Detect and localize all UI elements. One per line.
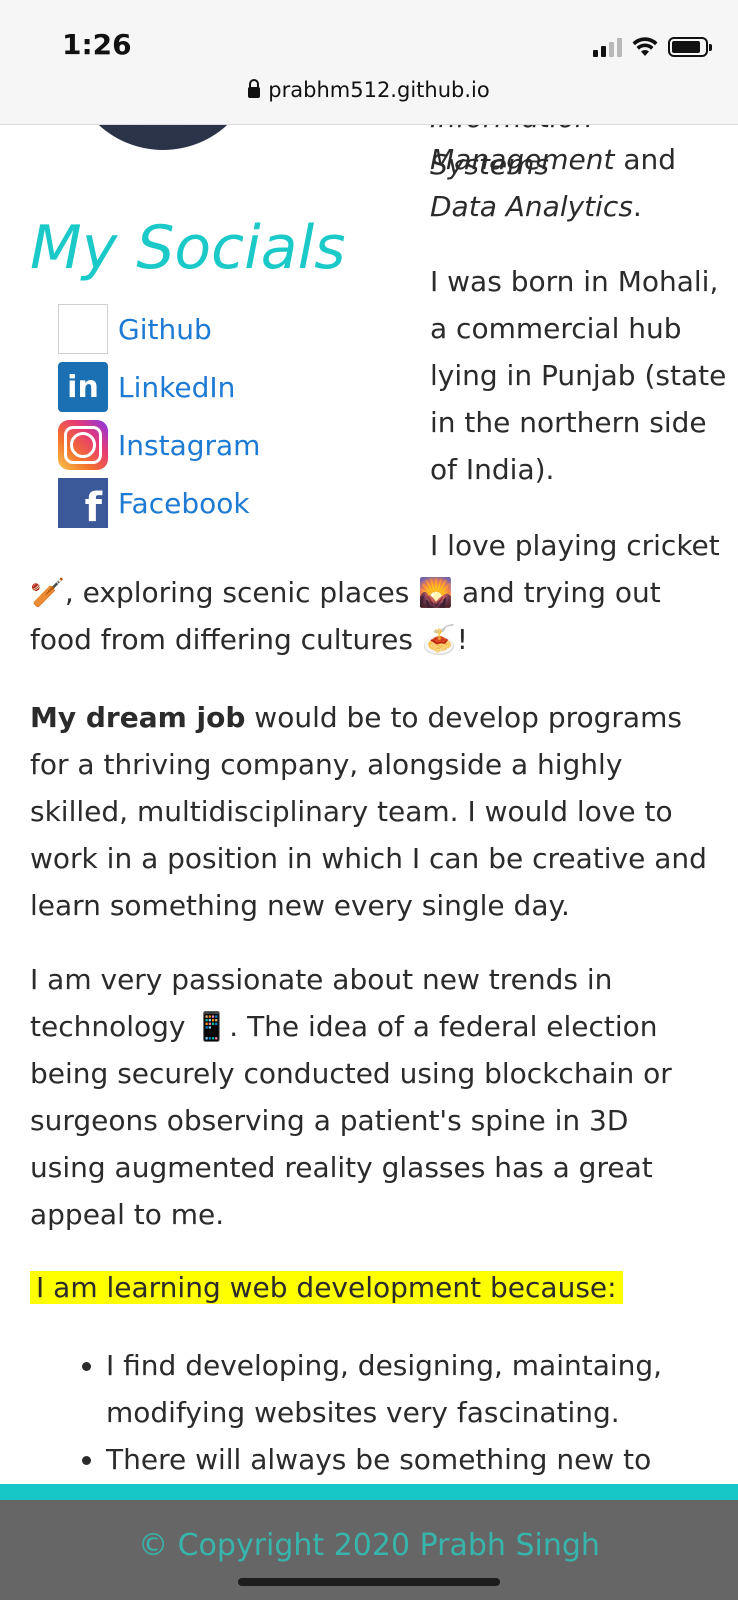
address-bar[interactable]: prabhm512.github.io — [0, 78, 738, 102]
linkedin-link[interactable]: LinkedIn — [118, 364, 235, 411]
about-line-management: Management and — [430, 143, 677, 176]
cricket-line-2: 🏏, exploring scenic places 🌄 and trying … — [30, 569, 710, 616]
technology-paragraph: I am very passionate about new trends in… — [30, 963, 672, 1231]
spaghetti-emoji-icon: 🍝 — [421, 623, 457, 656]
home-indicator[interactable] — [238, 1578, 500, 1586]
dream-job-paragraph: My dream job would be to develop program… — [30, 701, 707, 922]
mobile-phone-emoji-icon: 📱 — [194, 1010, 230, 1043]
cricket-line-1: I love playing cricket — [430, 529, 720, 562]
facebook-icon: f — [58, 478, 108, 528]
social-item-linkedin[interactable]: in LinkedIn — [58, 358, 260, 416]
sunrise-mountains-emoji-icon: 🌄 — [418, 576, 454, 609]
instagram-link[interactable]: Instagram — [118, 422, 260, 469]
cricket-line-3: food from differing cultures 🍝! — [30, 616, 710, 663]
about-right-column: Management and Data Analytics. — [430, 136, 730, 230]
social-item-facebook[interactable]: f Facebook — [58, 474, 260, 532]
cricket-emoji-icon: 🏏 — [30, 576, 65, 609]
list-item: There will always be something new to — [106, 1436, 726, 1483]
reasons-list: I find developing, designing, maintaing,… — [30, 1342, 726, 1483]
linkedin-icon: in — [58, 362, 108, 412]
socials-list: Github in LinkedIn Instagram f Facebook — [58, 300, 260, 532]
footer-copyright: © Copyright 2020 Prabh Singh — [138, 1528, 600, 1563]
url-text: prabhm512.github.io — [268, 78, 490, 102]
social-item-instagram[interactable]: Instagram — [58, 416, 260, 474]
lock-icon — [248, 79, 261, 98]
github-link[interactable]: Github — [118, 306, 212, 353]
about-born-paragraph: I was born in Mohali, a commercial hub l… — [430, 265, 727, 486]
instagram-icon — [58, 420, 108, 470]
about-line-data-analytics: Data Analytics. — [430, 190, 642, 223]
status-time: 1:26 — [62, 28, 132, 61]
battery-icon — [668, 37, 712, 57]
github-icon — [58, 304, 108, 354]
footer-accent-stripe — [0, 1484, 738, 1500]
list-item: I find developing, designing, maintaing,… — [106, 1342, 726, 1436]
facebook-link[interactable]: Facebook — [118, 480, 250, 527]
status-icons — [593, 32, 712, 62]
cellular-signal-icon — [593, 37, 622, 57]
socials-title: My Socials — [30, 213, 346, 283]
social-item-github[interactable]: Github — [58, 300, 260, 358]
browser-top-bar: 1:26 prabhm512.github.io — [0, 0, 738, 125]
learning-heading: I am learning web development because: — [30, 1264, 710, 1311]
wifi-icon — [632, 37, 658, 56]
